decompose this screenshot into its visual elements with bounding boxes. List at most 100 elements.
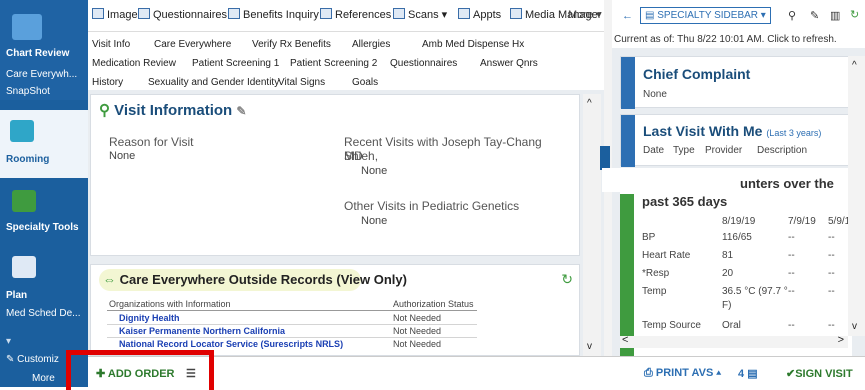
- divider: [107, 324, 477, 325]
- ce-org-link[interactable]: Kaiser Permanente Northern California: [119, 326, 285, 336]
- scroll-left-icon[interactable]: <: [622, 334, 628, 346]
- appts-button[interactable]: Appts: [458, 8, 501, 21]
- tab-amb-med[interactable]: Amb Med Dispense Hx: [422, 39, 524, 50]
- splitter-handle[interactable]: [600, 146, 610, 170]
- toolbar: Images Questionnaires Benefits Inquiry R…: [88, 0, 604, 32]
- last-visit-card: Last Visit With Me (Last 3 years) Date T…: [620, 114, 852, 167]
- main-scrollbar[interactable]: ^ v: [583, 94, 601, 356]
- ce-status: Not Needed: [393, 313, 442, 323]
- last-visit-heading: Last Visit With Me (Last 3 years): [643, 123, 822, 139]
- tab-sexuality-gender[interactable]: Sexuality and Gender Identity: [148, 77, 279, 88]
- clipboard-icon: [138, 8, 150, 19]
- grid-icon: [320, 8, 332, 19]
- nav-rooming[interactable]: Rooming: [6, 154, 49, 165]
- vit-col-date: 7/9/19: [788, 216, 816, 227]
- chief-complaint-card: Chief Complaint None: [620, 56, 852, 109]
- vital-value: 36.5 °C (97.7 °: [722, 286, 788, 297]
- tab-medication-review[interactable]: Medication Review: [92, 58, 176, 69]
- refresh-icon[interactable]: ↻: [850, 8, 859, 21]
- nav-chart-review[interactable]: Chart Review: [6, 48, 69, 59]
- wrench-icon: ✎: [6, 354, 18, 365]
- vitals-accent-bar: [620, 194, 634, 356]
- nav-specialty-tools[interactable]: Specialty Tools: [6, 222, 79, 233]
- vital-label: Temp: [642, 286, 667, 297]
- divider: [107, 310, 477, 311]
- list-icon: [621, 57, 635, 109]
- tab-visit-info[interactable]: Visit Info: [92, 39, 130, 50]
- more-menu-button[interactable]: More ▾: [568, 8, 602, 21]
- encounters-card: unters over the past 365 days 8/19/19 7/…: [620, 176, 852, 356]
- reason-value: None: [109, 150, 136, 162]
- tab-care-everywhere[interactable]: Care Everywhere: [154, 39, 231, 50]
- tab-answer-qnrs[interactable]: Answer Qnrs: [480, 58, 538, 69]
- print-avs-button[interactable]: ⎙ PRINT AVS ▴: [644, 367, 721, 380]
- activity-tabs: Visit Info Care Everywhere Verify Rx Ben…: [88, 33, 604, 91]
- lv-col-date: Date: [643, 145, 665, 156]
- toolbox-icon: [12, 190, 36, 212]
- print-icon[interactable]: ▥: [830, 9, 840, 22]
- vital-value: --: [828, 268, 835, 279]
- nav-customize[interactable]: ✎ Customiz: [6, 354, 59, 365]
- nav-plan[interactable]: Plan: [6, 290, 27, 301]
- encounters-heading-2: past 365 days: [642, 194, 728, 209]
- scroll-down-icon[interactable]: v: [587, 341, 592, 352]
- specialty-sidebar: ← ▤ SPECIALTY SIDEBAR ▾ ⚲ ✎ ▥ ↻ Current …: [602, 0, 865, 356]
- tab-allergies[interactable]: Allergies: [352, 39, 390, 50]
- left-navigation: Chart Review Care Everywh... SnapShot Ro…: [0, 0, 88, 387]
- vital-value: Oral: [722, 320, 741, 331]
- sign-visit-button[interactable]: ✔SIGN VISIT: [786, 367, 853, 380]
- vital-value: --: [788, 320, 795, 331]
- wrench-icon[interactable]: ✎: [810, 9, 819, 22]
- media-icon: [510, 8, 522, 19]
- tab-vital-signs[interactable]: Vital Signs: [278, 77, 325, 88]
- nav-care-everywhere[interactable]: Care Everywh...: [6, 69, 77, 80]
- nav-med-sched[interactable]: Med Sched De...: [6, 308, 80, 319]
- questionnaires-button[interactable]: Questionnaires: [138, 8, 227, 21]
- scroll-right-icon[interactable]: >: [838, 334, 844, 346]
- lv-col-description: Description: [757, 145, 808, 156]
- scroll-up-icon[interactable]: ^: [587, 98, 592, 109]
- notepad-icon: [12, 256, 36, 278]
- tab-verify-rx[interactable]: Verify Rx Benefits: [252, 39, 331, 50]
- sidebar-scrollbar[interactable]: ^ v: [848, 56, 865, 336]
- tab-history[interactable]: History: [92, 77, 123, 88]
- vital-value: 81: [722, 250, 734, 261]
- visit-info-heading: ⚲ Visit Information ✎: [99, 102, 247, 119]
- vital-value: 116/65: [722, 232, 752, 243]
- refresh-icon[interactable]: ↻: [561, 271, 573, 288]
- ce-col-status: Authorization Status: [393, 299, 474, 309]
- vital-label: Heart Rate: [642, 250, 691, 261]
- back-arrow-icon[interactable]: ←: [622, 10, 633, 22]
- scroll-up-icon[interactable]: ^: [852, 60, 857, 71]
- tab-patient-screening-2[interactable]: Patient Screening 2: [290, 58, 377, 69]
- search-icon[interactable]: ⚲: [788, 9, 796, 22]
- references-button[interactable]: References: [320, 8, 391, 21]
- folder-icon: [621, 115, 635, 167]
- highlight-box: [66, 350, 214, 390]
- tab-patient-screening-1[interactable]: Patient Screening 1: [192, 58, 279, 69]
- current-as-of[interactable]: Current as of: Thu 8/22 10:01 AM. Click …: [612, 32, 865, 48]
- benefits-inquiry-button[interactable]: Benefits Inquiry: [228, 8, 319, 21]
- scroll-down-icon[interactable]: v: [852, 321, 857, 332]
- expand-arrow-icon[interactable]: ▾: [6, 336, 11, 347]
- ce-org-link[interactable]: National Record Locator Service (Surescr…: [119, 339, 343, 349]
- printer-icon: ⎙: [644, 367, 656, 379]
- nav-more[interactable]: More: [32, 373, 55, 384]
- ce-org-link[interactable]: Dignity Health: [119, 313, 180, 323]
- edit-pencil-icon[interactable]: ✎: [236, 104, 246, 118]
- clipboard-icon: ▤: [747, 368, 758, 380]
- sidebar-selector[interactable]: ▤ SPECIALTY SIDEBAR ▾: [640, 7, 771, 24]
- tab-questionnaires[interactable]: Questionnaires: [390, 58, 457, 69]
- images-button[interactable]: Images: [92, 8, 143, 21]
- nav-snapshot[interactable]: SnapShot: [6, 86, 50, 97]
- tab-goals[interactable]: Goals: [352, 77, 378, 88]
- recent-visits-value: None: [361, 165, 388, 177]
- scans-button[interactable]: Scans ▾: [393, 8, 447, 21]
- vital-label: *Resp: [642, 268, 670, 279]
- scanner-icon: [393, 8, 405, 19]
- visit-information-card: ⚲ Visit Information ✎ Reason for Visit N…: [90, 94, 580, 256]
- recent-visits-label: Recent Visits with Joseph Tay-Chang Shie…: [344, 135, 542, 163]
- sidebar-h-scrollbar[interactable]: < >: [620, 334, 848, 348]
- pending-count[interactable]: 4 ▤: [738, 367, 758, 380]
- folder-icon: [12, 14, 42, 40]
